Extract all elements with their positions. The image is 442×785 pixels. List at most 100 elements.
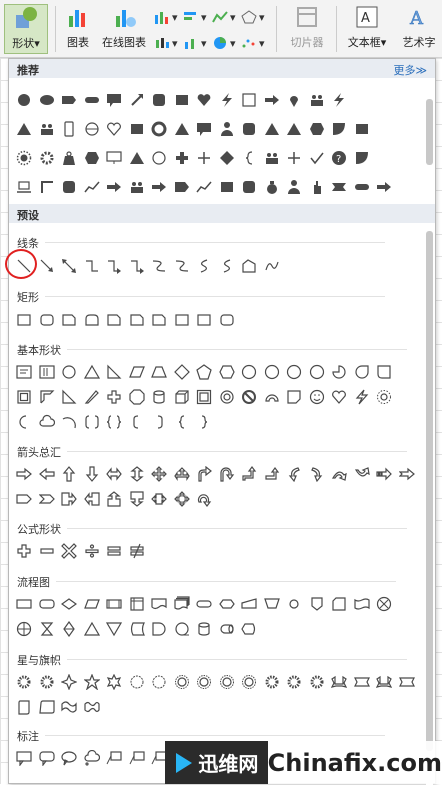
- shape-a-notched-icon[interactable]: [396, 463, 419, 485]
- shape-a-l-r-icon[interactable]: [103, 463, 126, 485]
- shape-no-sym-icon[interactable]: [238, 386, 261, 408]
- shape-triangle-icon[interactable]: [283, 118, 306, 140]
- shape-fold-o-icon[interactable]: [283, 386, 306, 408]
- shape-f-extract-icon[interactable]: [81, 618, 104, 640]
- stock-chart-dropdown[interactable]: ▾: [154, 34, 178, 52]
- shape-person-icon[interactable]: [216, 118, 239, 140]
- shape-rect-icon[interactable]: [351, 118, 374, 140]
- shape-a-callout-q-icon[interactable]: [171, 488, 194, 510]
- shape-f-delay-icon[interactable]: [148, 618, 171, 640]
- wordart-button[interactable]: A 艺术字: [396, 4, 442, 50]
- shape-a-pent-icon[interactable]: [13, 488, 36, 510]
- shape-lbrace-icon[interactable]: [171, 411, 194, 433]
- preset-scrollbar[interactable]: [426, 229, 433, 785]
- shape-ring-icon[interactable]: [148, 118, 171, 140]
- shape-gear-icon[interactable]: [36, 147, 59, 169]
- shape-triangle-icon[interactable]: [171, 118, 194, 140]
- shape-diag-arrow-icon[interactable]: [126, 89, 149, 111]
- shape-square-cut-icon[interactable]: [373, 361, 396, 383]
- shape-f-data-icon[interactable]: [81, 593, 104, 615]
- shape-eq-minus-icon[interactable]: [36, 540, 59, 562]
- shape-a-quad-icon[interactable]: [148, 463, 171, 485]
- shape-a-circular-icon[interactable]: [193, 488, 216, 510]
- shape-banner-icon[interactable]: [373, 671, 396, 693]
- shape-snip-o-icon[interactable]: [103, 309, 126, 331]
- shape-cyl-o-icon[interactable]: [148, 386, 171, 408]
- shape-f-term-icon[interactable]: [193, 593, 216, 615]
- shape-tri-o-icon[interactable]: [81, 361, 104, 383]
- shape-laptop-icon[interactable]: [13, 176, 36, 198]
- shape-eq-plus-icon[interactable]: [13, 540, 36, 562]
- shape-s-curve-icon[interactable]: [216, 255, 239, 277]
- shape-para-o-icon[interactable]: [126, 361, 149, 383]
- recommend-scrollbar[interactable]: [426, 81, 433, 205]
- shape-frame-icon[interactable]: [238, 89, 261, 111]
- shape-r-arrow-icon[interactable]: [103, 176, 126, 198]
- shape-ribbon-icon[interactable]: [328, 176, 351, 198]
- shape-f-collate-icon[interactable]: [36, 618, 59, 640]
- shape-f-internal-icon[interactable]: [126, 593, 149, 615]
- shape-rrect-icon[interactable]: [148, 89, 171, 111]
- radar-chart-dropdown[interactable]: ▾: [241, 8, 265, 26]
- shape-wave-icon[interactable]: [58, 696, 81, 718]
- line-chart-dropdown[interactable]: ▾: [212, 8, 236, 26]
- shape-f-doc-icon[interactable]: [148, 593, 171, 615]
- shape-arc-o-icon[interactable]: [261, 386, 284, 408]
- shape-star-num-icon[interactable]: [193, 671, 216, 693]
- shape-banner-down-icon[interactable]: [351, 671, 374, 693]
- shape-num-icon[interactable]: [238, 361, 261, 383]
- shape-scroll-h-icon[interactable]: [36, 696, 59, 718]
- shape-a-tri-icon[interactable]: [171, 463, 194, 485]
- shape-money-bag-icon[interactable]: [261, 176, 284, 198]
- shape-num-icon[interactable]: [283, 361, 306, 383]
- shape-star4-icon[interactable]: [58, 671, 81, 693]
- shape-scribble-icon[interactable]: [261, 255, 284, 277]
- shape-textbox-icon[interactable]: [13, 361, 36, 383]
- shape-f-offpage-icon[interactable]: [306, 593, 329, 615]
- shape-bubble-icon[interactable]: [193, 118, 216, 140]
- shape-eq-div-icon[interactable]: [81, 540, 104, 562]
- shape-rect-o-icon[interactable]: [171, 309, 194, 331]
- shape-star-n-icon[interactable]: [148, 671, 171, 693]
- shape-f-direct-icon[interactable]: [216, 618, 239, 640]
- shape-heart-o-icon[interactable]: [328, 386, 351, 408]
- shape-burst-icon[interactable]: [306, 671, 329, 693]
- shape-hand-icon[interactable]: [306, 176, 329, 198]
- shape-circle-o-icon[interactable]: [148, 147, 171, 169]
- shape-people-icon[interactable]: [261, 147, 284, 169]
- shape-f-prep-icon[interactable]: [216, 593, 239, 615]
- shape-people-icon[interactable]: [126, 176, 149, 198]
- shape-a-d-icon[interactable]: [81, 463, 104, 485]
- shape-burst-icon[interactable]: [261, 671, 284, 693]
- shape-snip-o-icon[interactable]: [58, 309, 81, 331]
- column-chart-dropdown[interactable]: ▾: [154, 8, 178, 26]
- shape-corner-icon[interactable]: [36, 176, 59, 198]
- shape-cube-o-icon[interactable]: [171, 386, 194, 408]
- scrollbar-thumb[interactable]: [426, 231, 433, 751]
- shape-star6-icon[interactable]: [103, 671, 126, 693]
- shape-a-l-icon[interactable]: [36, 463, 59, 485]
- slicer-button[interactable]: 切片器: [284, 4, 330, 50]
- shape-star-num-icon[interactable]: [171, 671, 194, 693]
- shape-cal-line-icon[interactable]: [103, 747, 126, 769]
- shape-round-top-o-icon[interactable]: [81, 309, 104, 331]
- shape-f-manual-icon[interactable]: [238, 593, 261, 615]
- shape-bag-icon[interactable]: [58, 147, 81, 169]
- shape-a-r-icon[interactable]: [13, 463, 36, 485]
- shape-diamond-o-icon[interactable]: [171, 361, 194, 383]
- shape-oct-o-icon[interactable]: [126, 386, 149, 408]
- shape-r-arrow-icon[interactable]: [148, 176, 171, 198]
- shape-rbrace-icon[interactable]: [193, 411, 216, 433]
- shape-donut-o-icon[interactable]: [216, 386, 239, 408]
- shape-heart-o-icon[interactable]: [103, 118, 126, 140]
- shape-lightning-icon[interactable]: [351, 386, 374, 408]
- shape-plus-o-icon[interactable]: [103, 386, 126, 408]
- shape-rect-icon[interactable]: [126, 118, 149, 140]
- shape-check-icon[interactable]: [306, 147, 329, 169]
- shape-hex-icon[interactable]: [306, 118, 329, 140]
- shape-phone-icon[interactable]: [58, 118, 81, 140]
- shape-a-callout-d-icon[interactable]: [126, 488, 149, 510]
- shape-cal-line-icon[interactable]: [126, 747, 149, 769]
- shape-f-decision-icon[interactable]: [58, 593, 81, 615]
- shape-line-arrow-icon[interactable]: [36, 255, 59, 277]
